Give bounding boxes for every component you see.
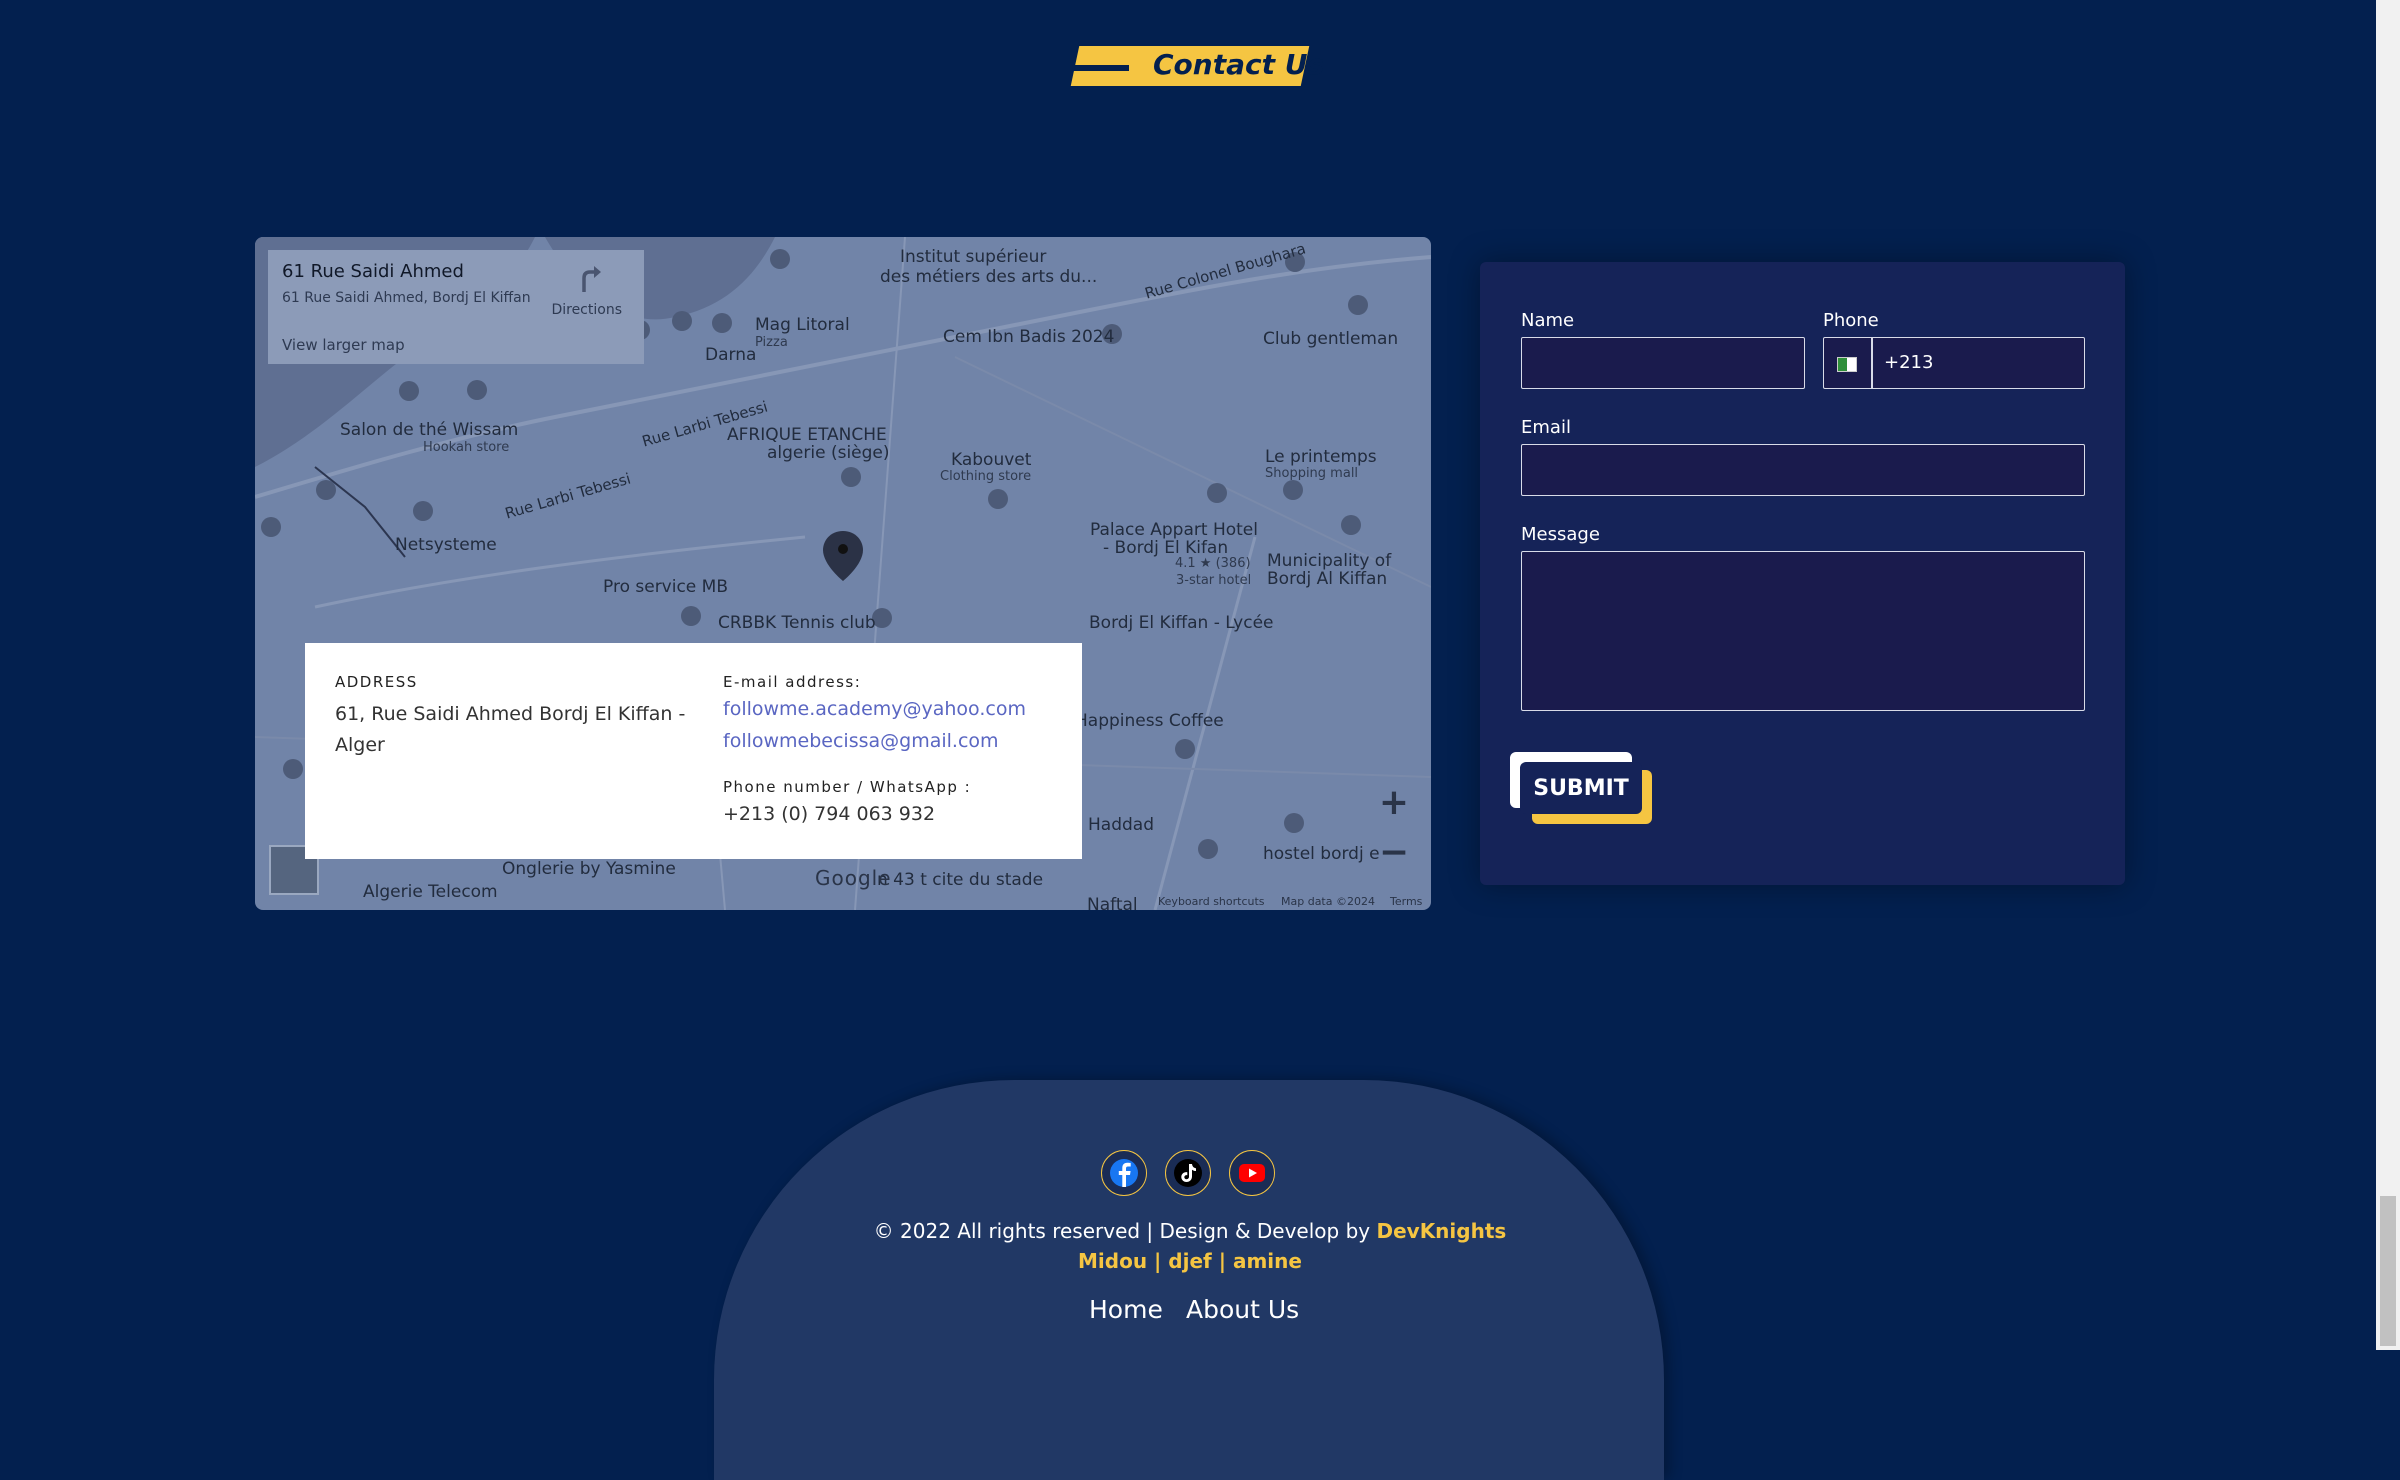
contact-form: Name Phone +213 Email Message SUBMIT [1480, 262, 2125, 885]
map-place-extra: - Bordj El Kifan [1103, 538, 1229, 558]
copyright-text: © 2022 All rights reserved | Design & De… [0, 1219, 2380, 1243]
youtube-icon [1239, 1164, 1265, 1182]
email-label: Email [1521, 417, 1571, 438]
address-label: ADDRESS [335, 673, 418, 691]
facebook-icon [1110, 1159, 1138, 1187]
map-place-label: Mag Litoral [755, 315, 850, 335]
map-place-label: AFRIQUE ETANCHE [727, 425, 887, 445]
map-place-label: Bordj El Kiffan - Lycée [1089, 613, 1274, 633]
scrollbar-thumb[interactable] [2380, 1196, 2396, 1346]
map-place-extra: Clothing store [940, 469, 1032, 484]
view-larger-map-link[interactable]: View larger map [282, 336, 405, 354]
footer-link-home[interactable]: Home [1089, 1295, 1163, 1324]
directions-link[interactable]: Directions [551, 302, 622, 318]
submit-button-wrap: SUBMIT [1510, 752, 1660, 832]
phone-label: Phone [1823, 310, 1879, 331]
zoom-in-button[interactable]: + [1379, 782, 1409, 823]
section-title-text: Contact Us [1153, 48, 1325, 81]
map-place-card: 61 Rue Saidi Ahmed 61 Rue Saidi Ahmed, B… [268, 250, 644, 364]
phone-divider [1871, 338, 1873, 388]
section-title: Contact Us [1067, 46, 1324, 88]
map-place-label: Le printemps [1265, 447, 1377, 467]
phone-number: +213 (0) 794 063 932 [723, 803, 936, 825]
email-input[interactable] [1521, 444, 2085, 496]
map-rating: 4.1 ★ (386) [1175, 556, 1251, 571]
title-stripe [1067, 65, 1129, 71]
name-input[interactable] [1521, 337, 1805, 389]
youtube-link[interactable] [1229, 1150, 1275, 1196]
map-place-label: hostel bordj e [1263, 844, 1380, 864]
map-data-credit: Map data ©2024 [1281, 895, 1375, 908]
map-hotel-class: 3-star hotel [1176, 573, 1252, 588]
place-title: 61 Rue Saidi Ahmed [282, 261, 464, 282]
map-place-extra: Hookah store [423, 440, 510, 455]
scrollbar-track[interactable] [2376, 0, 2400, 1350]
google-logo: Google [815, 866, 892, 890]
terms-link[interactable]: Terms [1390, 895, 1422, 908]
address-line-2: Alger [335, 734, 385, 756]
submit-button[interactable]: SUBMIT [1520, 762, 1642, 814]
map-place-label: Cem Ibn Badis 2024 [943, 327, 1115, 347]
map-place-label: Naftal [1087, 895, 1138, 910]
message-label: Message [1521, 524, 1600, 545]
footer-link-about[interactable]: About Us [1186, 1295, 1299, 1324]
phone-input[interactable] [1823, 337, 2085, 389]
map-place-label: Netsysteme [395, 535, 497, 555]
map-place-label: n 43 t cite du stade [877, 870, 1044, 890]
phone-value[interactable]: +213 [1884, 352, 1933, 373]
map-place-label: Darna [705, 345, 757, 365]
map-place-label: Institut supérieur [900, 247, 1047, 267]
email-link-yahoo[interactable]: followme.academy@yahoo.com [723, 698, 1026, 720]
phone-label: Phone number / WhatsApp : [723, 778, 972, 796]
directions-icon[interactable] [574, 264, 604, 294]
map-place-label: Haddad [1088, 815, 1154, 835]
name-label: Name [1521, 310, 1575, 331]
tiktok-link[interactable] [1165, 1150, 1211, 1196]
algeria-flag-icon[interactable] [1837, 357, 1857, 372]
map-place-extra: Pizza [755, 335, 788, 350]
copyright-prefix: © 2022 All rights reserved | Design & De… [873, 1219, 1377, 1243]
address-line-1: 61, Rue Saidi Ahmed Bordj El Kiffan - [335, 703, 686, 725]
keyboard-shortcuts-link[interactable]: Keyboard shortcuts [1158, 895, 1265, 908]
map-place-label: Happiness Coffee [1075, 711, 1224, 731]
map-place-label: Salon de thé Wissam [340, 420, 519, 440]
authors-text: Midou | djef | amine [1078, 1249, 1302, 1273]
zoom-out-button[interactable]: − [1379, 832, 1409, 873]
place-address: 61 Rue Saidi Ahmed, Bordj El Kiffan [282, 290, 531, 306]
brand-name: DevKnights [1376, 1219, 1507, 1243]
email-link-gmail[interactable]: followmebecissa@gmail.com [723, 730, 999, 752]
footer [714, 1080, 1664, 1480]
message-textarea[interactable] [1521, 551, 2085, 711]
map-place-label: Onglerie by Yasmine [502, 859, 676, 879]
map-place-extra: Shopping mall [1265, 466, 1359, 481]
email-label: E-mail address: [723, 673, 862, 691]
map-place-label: CRBBK Tennis club [718, 613, 876, 633]
map-place-label: Municipality of [1267, 551, 1392, 571]
map-place-label: Algerie Telecom [363, 882, 498, 902]
map-place-extra: algerie (siège) [767, 443, 890, 463]
facebook-link[interactable] [1101, 1150, 1147, 1196]
map-place-label: Kabouvet [951, 450, 1032, 470]
map-place-label: Palace Appart Hotel [1090, 520, 1258, 540]
map-place-label: Pro service MB [603, 577, 729, 597]
map-place-extra: des métiers des arts du... [880, 267, 1098, 287]
tiktok-icon [1174, 1159, 1202, 1187]
contact-info-box: ADDRESS 61, Rue Saidi Ahmed Bordj El Kif… [305, 643, 1082, 859]
map-place-label: Club gentleman [1263, 329, 1399, 349]
map-place-extra: Bordj Al Kiffan [1267, 569, 1388, 589]
